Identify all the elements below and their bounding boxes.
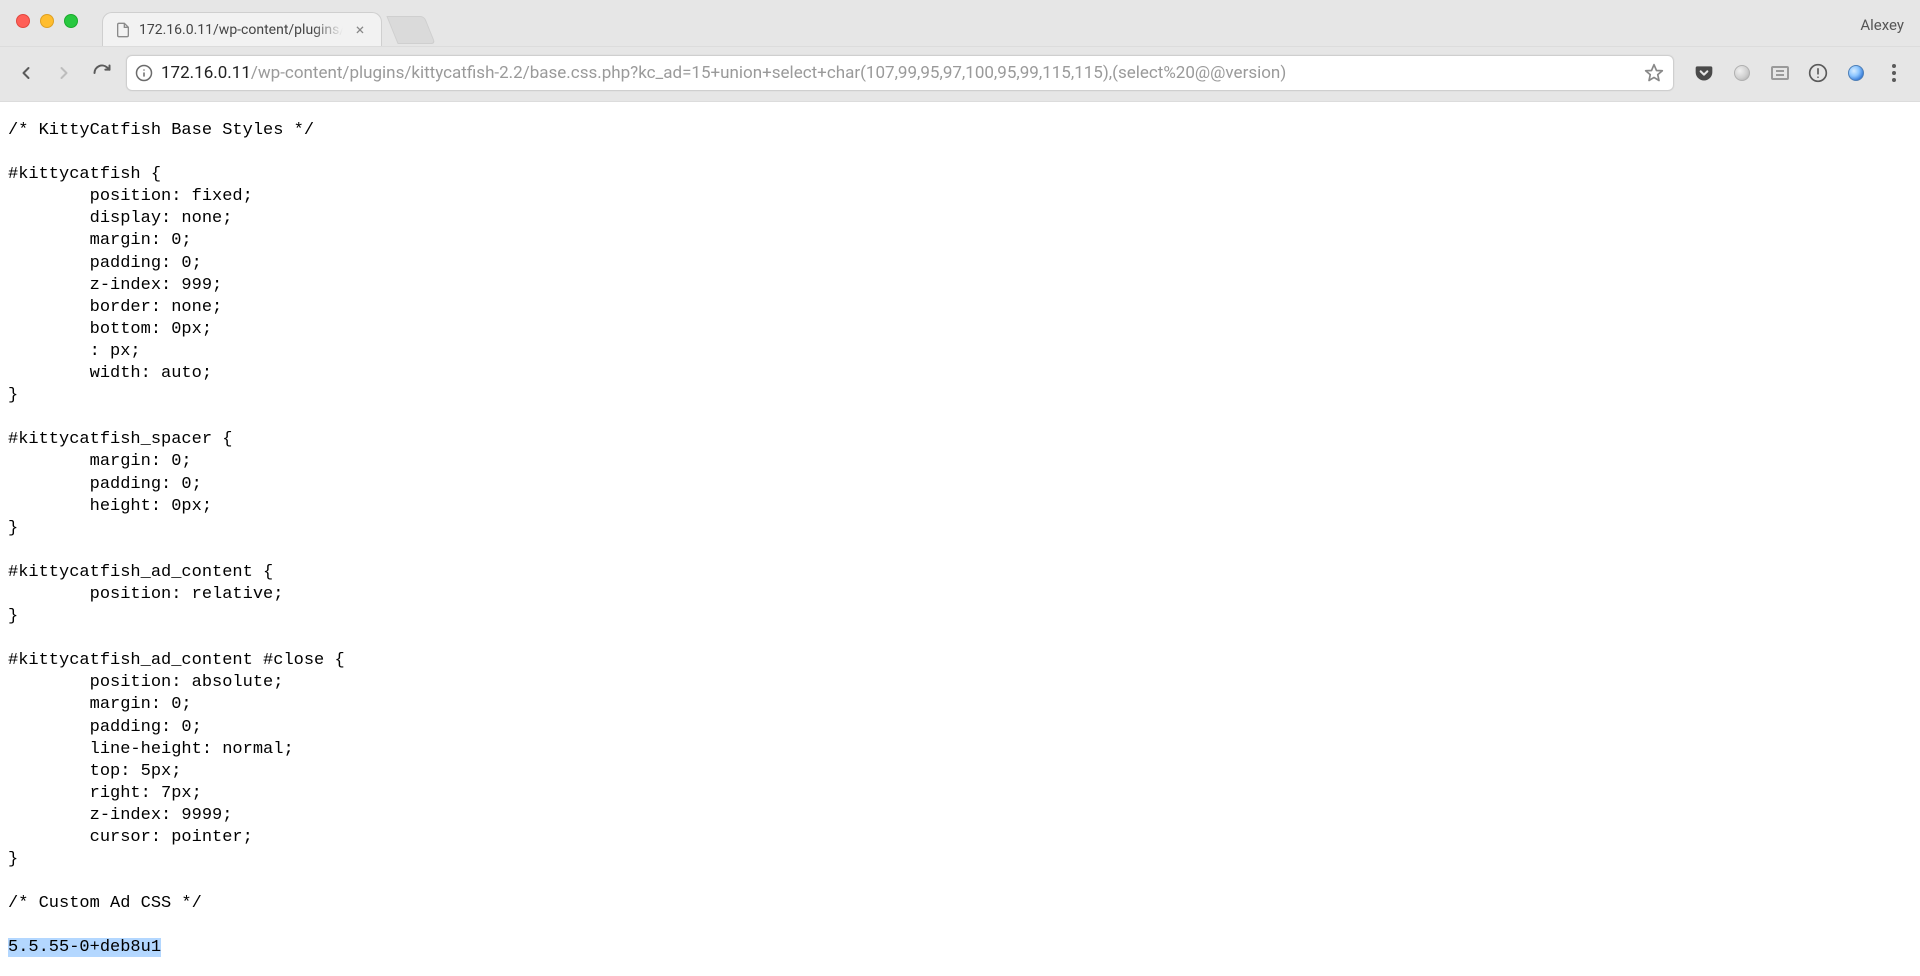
url-text: 172.16.0.11/wp-content/plugins/kittycatf… xyxy=(161,63,1635,83)
tab-title: 172.16.0.11/wp-content/plugins/kittycatf… xyxy=(139,22,343,38)
new-tab-button[interactable] xyxy=(386,16,435,44)
traffic-lights xyxy=(16,14,78,28)
window-chrome: 172.16.0.11/wp-content/plugins/kittycatf… xyxy=(0,0,1920,102)
page-content[interactable]: /* KittyCatfish Base Styles */ #kittycat… xyxy=(0,102,1920,976)
close-icon[interactable]: × xyxy=(351,21,369,39)
chrome-menu-button[interactable] xyxy=(1880,59,1908,87)
extension-globe-gray-icon[interactable] xyxy=(1728,59,1756,87)
toolbar: 172.16.0.11/wp-content/plugins/kittycatf… xyxy=(0,46,1920,101)
window-zoom-button[interactable] xyxy=(64,14,78,28)
browser-tab-active[interactable]: 172.16.0.11/wp-content/plugins/kittycatf… xyxy=(102,12,382,46)
extension-alert-icon[interactable] xyxy=(1804,59,1832,87)
bookmark-star-icon[interactable] xyxy=(1643,62,1665,84)
back-button[interactable] xyxy=(12,59,40,87)
extension-globe-blue-icon[interactable] xyxy=(1842,59,1870,87)
toolbar-extensions xyxy=(1684,59,1908,87)
reload-button[interactable] xyxy=(88,59,116,87)
css-output-text: /* KittyCatfish Base Styles */ #kittycat… xyxy=(8,121,345,913)
site-info-icon[interactable] xyxy=(135,64,153,82)
url-path: /wp-content/plugins/kittycatfish-2.2/bas… xyxy=(251,63,1286,83)
tabstrip: 172.16.0.11/wp-content/plugins/kittycatf… xyxy=(102,0,430,46)
file-icon xyxy=(115,22,131,38)
selected-text: 5.5.55-0+deb8u1 xyxy=(8,938,161,957)
window-close-button[interactable] xyxy=(16,14,30,28)
profile-name[interactable]: Alexey xyxy=(1860,16,1904,34)
window-minimize-button[interactable] xyxy=(40,14,54,28)
reading-list-icon[interactable] xyxy=(1766,59,1794,87)
titlebar: 172.16.0.11/wp-content/plugins/kittycatf… xyxy=(0,0,1920,46)
url-host: 172.16.0.11 xyxy=(161,63,251,83)
address-bar[interactable]: 172.16.0.11/wp-content/plugins/kittycatf… xyxy=(126,55,1674,91)
extension-pocket-icon[interactable] xyxy=(1690,59,1718,87)
forward-button[interactable] xyxy=(50,59,78,87)
